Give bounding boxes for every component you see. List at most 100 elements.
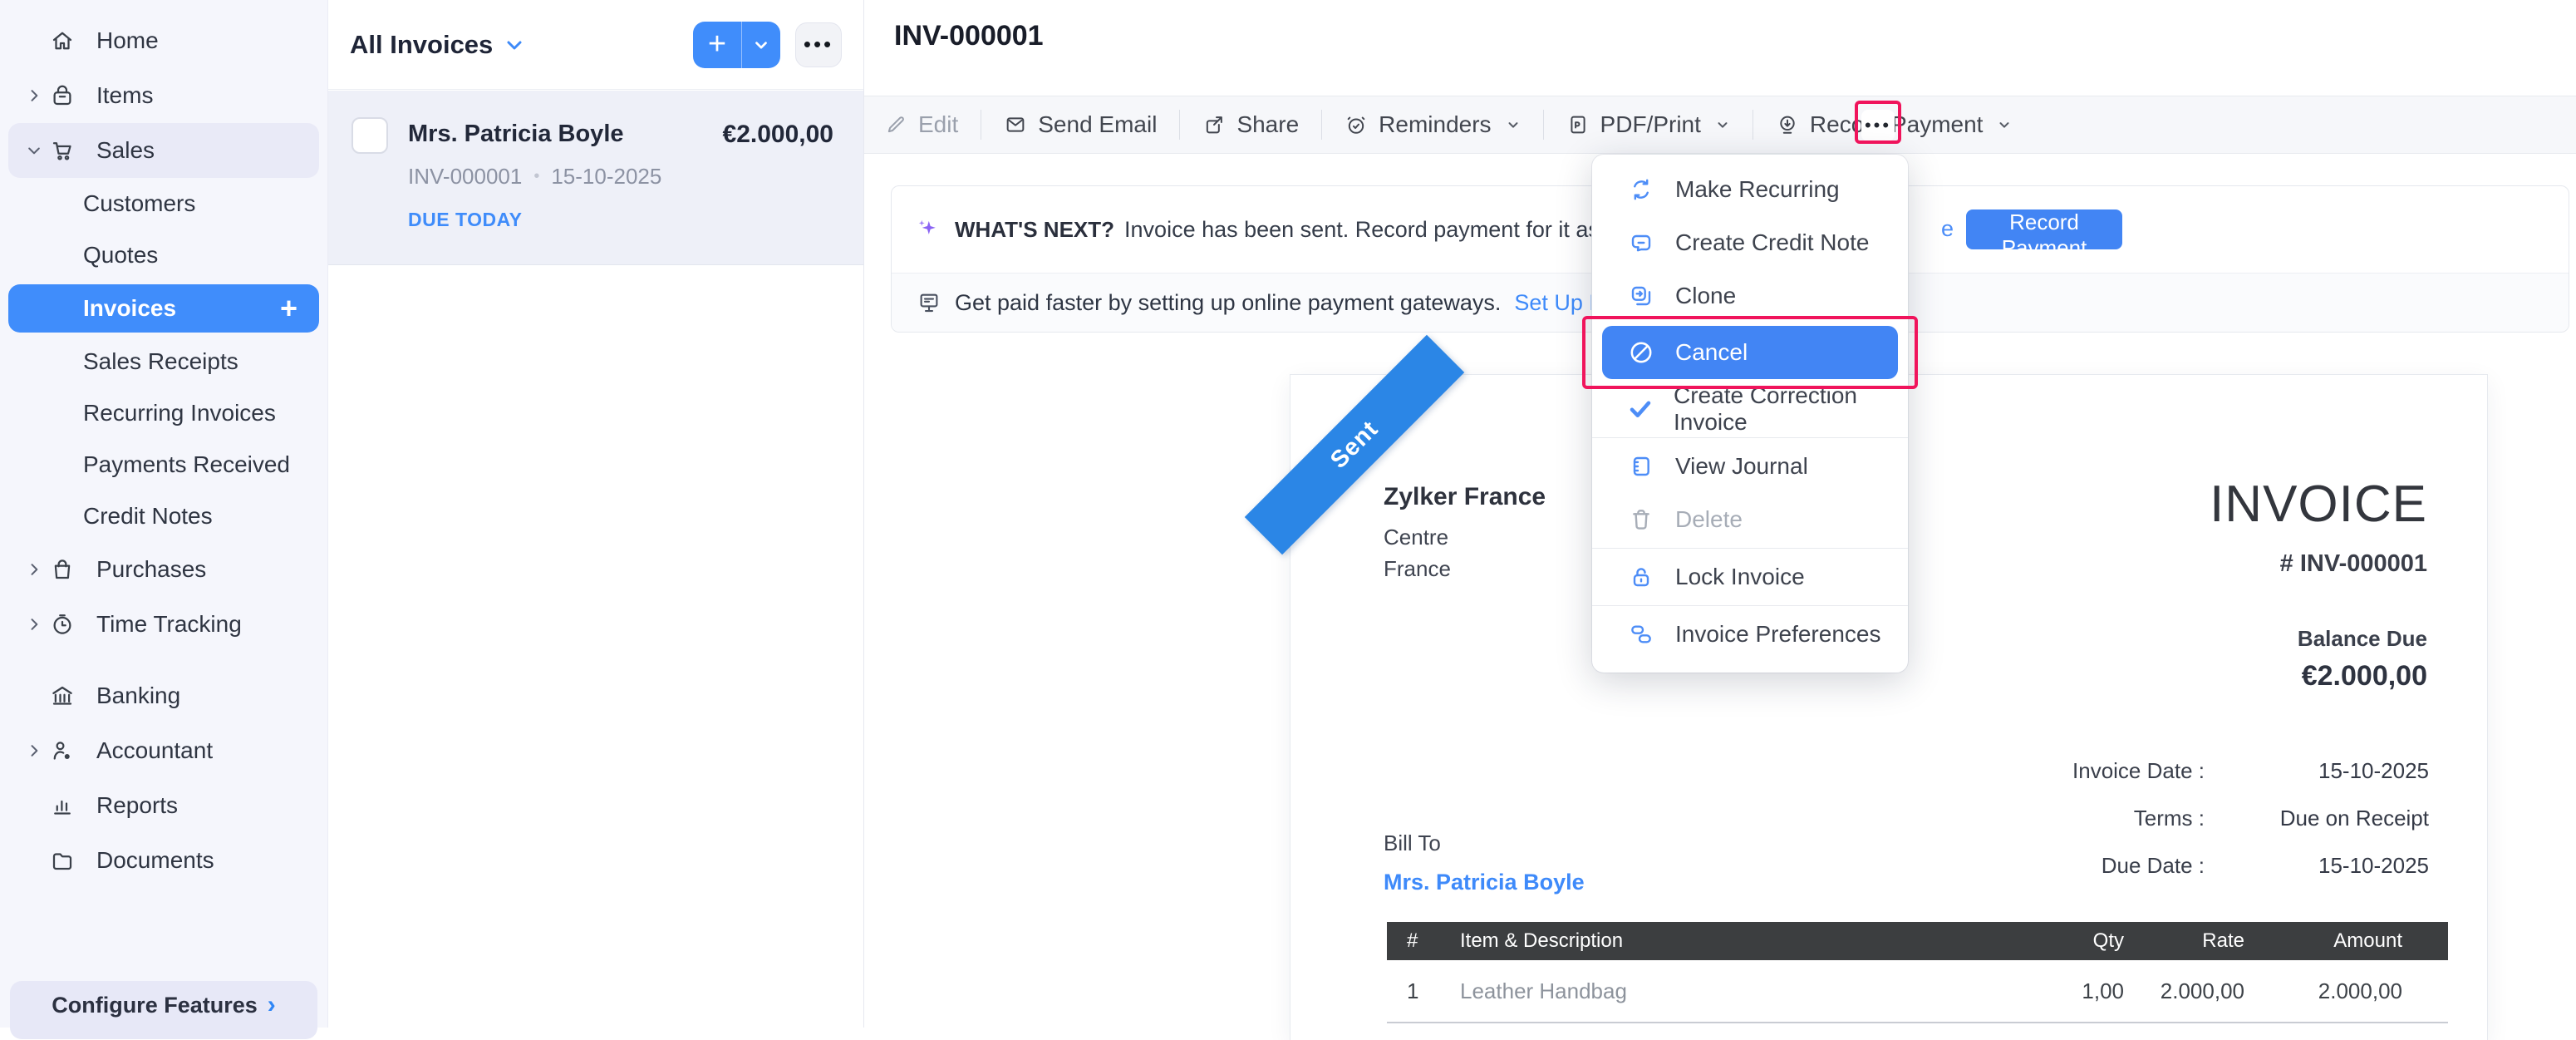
truncated-link-fragment[interactable]: e — [1941, 216, 1954, 242]
toolbar-more-button[interactable]: ••• — [1861, 110, 1895, 141]
sidebar-item-recurring-invoices[interactable]: Recurring Invoices — [0, 387, 327, 439]
plus-icon[interactable]: + — [280, 293, 297, 323]
invoice-doc-head: INVOICE # INV-000001 — [2210, 475, 2427, 578]
status-badge: DUE TODAY — [408, 209, 522, 231]
pdf-print-button[interactable]: PDF/Print — [1566, 111, 1730, 138]
bar-chart-icon — [50, 793, 96, 818]
menu-item-create-correction-invoice[interactable]: Create Correction Invoice — [1592, 382, 1908, 436]
share-icon — [1202, 113, 1226, 136]
credit-note-icon — [1627, 229, 1655, 256]
sidebar-item-credit-notes[interactable]: Credit Notes — [0, 490, 327, 542]
send-email-button[interactable]: Send Email — [1004, 111, 1157, 138]
bank-icon — [50, 683, 96, 708]
sidebar-item-items[interactable]: Items — [0, 68, 327, 123]
sidebar-item-quotes[interactable]: Quotes — [0, 229, 327, 281]
chevron-right-icon — [18, 87, 50, 104]
accountant-person-icon — [50, 738, 96, 763]
chevron-down-icon[interactable] — [742, 22, 780, 68]
menu-item-lock-invoice[interactable]: Lock Invoice — [1592, 550, 1908, 604]
home-icon — [50, 28, 96, 53]
sidebar-item-payments-received[interactable]: Payments Received — [0, 439, 327, 490]
invoice-fields: Invoice Date : 15-10-2025 Terms : Due on… — [1964, 747, 2429, 890]
invoice-number: INV-000001 — [408, 164, 522, 190]
field-value: 15-10-2025 — [2205, 853, 2429, 879]
dot-separator: • — [533, 167, 539, 186]
bill-to-customer-link[interactable]: Mrs. Patricia Boyle — [1384, 870, 1585, 895]
bill-to-block: Bill To Mrs. Patricia Boyle — [1384, 831, 1585, 895]
whats-next-label: WHAT'S NEXT? — [955, 217, 1114, 243]
invoice-date: 15-10-2025 — [551, 164, 661, 190]
sidebar-item-documents[interactable]: Documents — [0, 833, 327, 888]
chevron-right-icon — [18, 561, 50, 578]
balance-due-block: Balance Due €2.000,00 — [2298, 626, 2427, 693]
sparkle-icon — [915, 216, 941, 243]
bag-icon — [50, 83, 96, 108]
share-button[interactable]: Share — [1202, 111, 1299, 138]
sidebar-item-customers[interactable]: Customers — [0, 178, 327, 229]
record-payment-cta-button[interactable]: Record Payment — [1966, 209, 2122, 249]
clock-icon — [50, 612, 96, 637]
cart-icon — [50, 138, 96, 163]
sidebar-item-reports[interactable]: Reports — [0, 778, 327, 833]
edit-button[interactable]: Edit — [884, 111, 958, 138]
sidebar-item-invoices[interactable]: Invoices + — [8, 284, 319, 333]
menu-divider — [1592, 437, 1908, 438]
menu-item-create-credit-note[interactable]: Create Credit Note — [1592, 216, 1908, 269]
menu-item-clone[interactable]: Clone — [1592, 269, 1908, 323]
invoice-amount: €2.000,00 — [723, 121, 833, 149]
menu-item-view-journal[interactable]: View Journal — [1592, 440, 1908, 493]
menu-item-invoice-preferences[interactable]: Invoice Preferences — [1592, 608, 1908, 661]
list-more-button[interactable]: ••• — [795, 22, 842, 67]
sidebar-item-home[interactable]: Home — [0, 13, 327, 68]
journal-icon — [1627, 453, 1655, 480]
chevron-down-icon — [1506, 117, 1521, 132]
sidebar-item-sales-receipts[interactable]: Sales Receipts — [0, 336, 327, 387]
sidebar-item-sales[interactable]: Sales — [8, 123, 319, 178]
menu-item-cancel[interactable]: Cancel — [1592, 323, 1908, 382]
cancel-circle-icon — [1627, 339, 1655, 366]
toolbar: Edit Send Email Share Reminders — [864, 96, 2576, 154]
customer-name: Mrs. Patricia Boyle — [408, 121, 624, 148]
trash-icon — [1627, 506, 1655, 533]
reminders-button[interactable]: Reminders — [1345, 111, 1520, 138]
pdf-document-icon — [1566, 113, 1590, 136]
check-icon — [1627, 396, 1654, 422]
gateway-tip-text: Get paid faster by setting up online pay… — [955, 290, 1501, 316]
field-value: 15-10-2025 — [2205, 758, 2429, 784]
list-header: All Invoices + ••• — [328, 0, 863, 90]
menu-divider — [1592, 548, 1908, 549]
chevron-down-icon[interactable] — [504, 35, 524, 55]
pencil-icon — [884, 113, 907, 136]
record-payment-icon — [1776, 113, 1799, 136]
lock-icon — [1627, 564, 1655, 590]
sidebar-item-purchases[interactable]: Purchases — [0, 542, 327, 597]
doc-title: INVOICE — [2210, 475, 2427, 534]
configure-features-button[interactable]: Configure Features › — [10, 981, 317, 1039]
menu-item-delete[interactable]: Delete — [1592, 493, 1908, 546]
field-label: Due Date : — [1964, 853, 2205, 879]
field-label: Terms : — [1964, 806, 2205, 831]
line-items-table: # Item & Description Qty Rate Amount 1 L… — [1387, 922, 2448, 1023]
chevron-down-icon — [18, 142, 50, 159]
sidebar-item-accountant[interactable]: Accountant — [0, 723, 327, 778]
chevron-right-icon: › — [268, 991, 276, 1019]
recurring-icon — [1627, 176, 1655, 203]
new-invoice-split-button[interactable]: + — [693, 22, 780, 68]
folder-icon — [50, 848, 96, 873]
invoice-list-row[interactable]: Mrs. Patricia Boyle €2.000,00 INV-000001… — [328, 91, 863, 265]
sidebar-item-banking[interactable]: Banking — [0, 668, 327, 723]
menu-divider — [1592, 605, 1908, 606]
list-title[interactable]: All Invoices — [350, 30, 493, 60]
alarm-icon — [1345, 113, 1368, 136]
menu-item-make-recurring[interactable]: Make Recurring — [1592, 163, 1908, 216]
company-address-line: Centre — [1384, 521, 1546, 553]
plus-icon[interactable]: + — [693, 22, 742, 68]
sidebar-item-time-tracking[interactable]: Time Tracking — [0, 597, 327, 652]
whats-next-message: Invoice has been sent. Record payment fo… — [1124, 217, 1673, 243]
row-checkbox[interactable] — [351, 117, 388, 154]
company-name: Zylker France — [1384, 483, 1546, 511]
sidebar: Home Items Sales Customers Quotes Invoic… — [0, 0, 328, 1028]
balance-due-amount: €2.000,00 — [2298, 660, 2427, 693]
chevron-right-icon — [18, 616, 50, 633]
payment-gateway-icon — [917, 290, 941, 315]
